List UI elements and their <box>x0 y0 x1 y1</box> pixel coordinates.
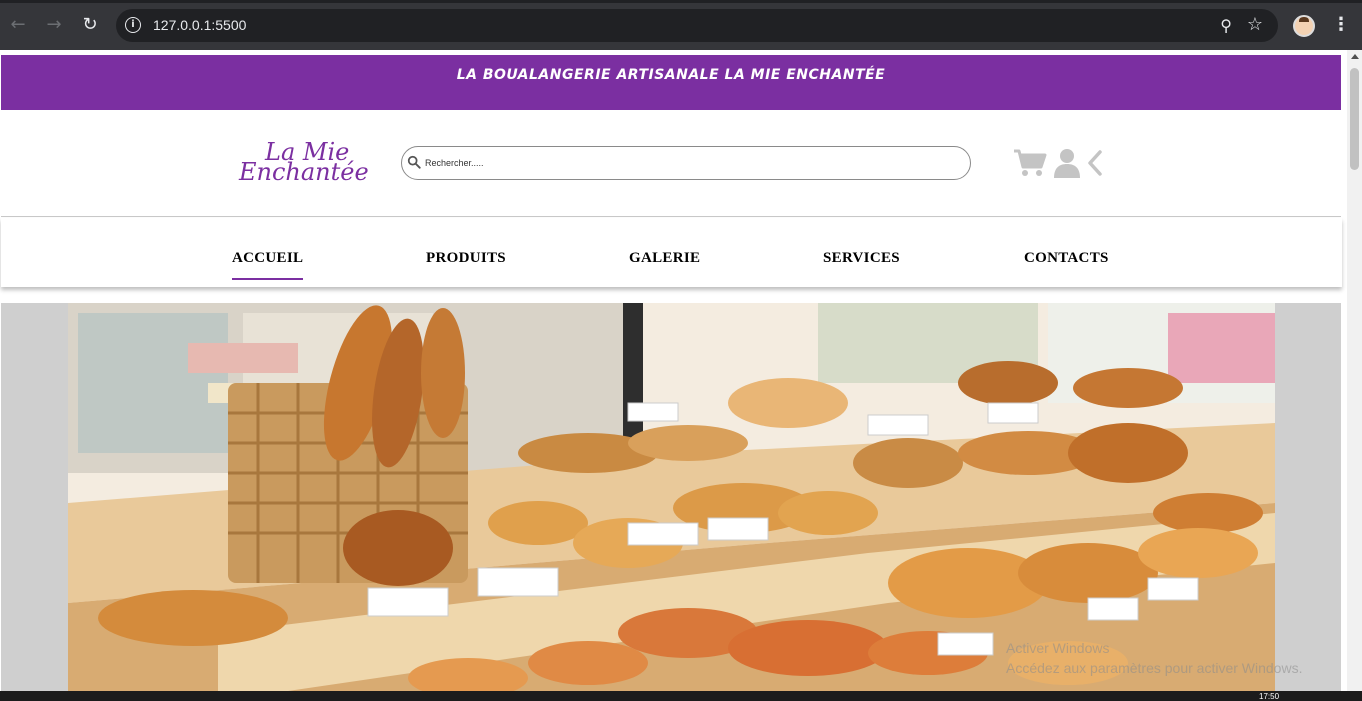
search-icon <box>407 155 421 169</box>
watermark-line2: Accédez aux paramètres pour activer Wind… <box>1006 660 1303 676</box>
banner-text: LA BOUALANGERIE ARTISANALE LA MIE ENCHAN… <box>456 67 886 83</box>
logo-line2: Enchantée <box>239 158 369 186</box>
nav-item-galerie[interactable]: GALERIE <box>629 250 700 267</box>
watermark-line1: Activer Windows <box>1006 640 1110 656</box>
site-info-icon[interactable]: i <box>125 17 141 33</box>
scroll-up-arrow[interactable] <box>1351 54 1359 59</box>
hero-bakery-image <box>68 303 1275 691</box>
nav-item-services[interactable]: SERVICES <box>823 250 900 267</box>
header-divider <box>1 216 1341 217</box>
reload-icon[interactable]: ↻ <box>80 15 100 35</box>
browser-toolbar: ← → ↻ i 127.0.0.1:5500 ⚲ ☆ ⋮ <box>0 0 1362 50</box>
taskbar: 17:50 <box>0 691 1362 701</box>
top-banner: LA BOUALANGERIE ARTISANALE LA MIE ENCHAN… <box>1 55 1341 110</box>
scrollbar-thumb[interactable] <box>1350 68 1359 170</box>
page-viewport: LA BOUALANGERIE ARTISANALE LA MIE ENCHAN… <box>0 50 1347 691</box>
cart-icon[interactable] <box>1013 148 1047 178</box>
tab-strip <box>0 0 1362 3</box>
nav-item-contacts[interactable]: CONTACTS <box>1024 250 1109 267</box>
hero-section <box>1 303 1341 691</box>
page-scrollbar[interactable] <box>1347 50 1362 691</box>
zoom-icon[interactable]: ⚲ <box>1220 16 1232 35</box>
search-input[interactable] <box>425 154 955 172</box>
windows-activation-watermark: Activer Windows Accédez aux paramètres p… <box>1006 638 1302 678</box>
taskbar-clock: 17:50 <box>1259 692 1280 701</box>
forward-icon[interactable]: → <box>44 15 64 35</box>
chevron-left-icon[interactable] <box>1087 150 1103 176</box>
site-logo[interactable]: La Mie Enchantée <box>237 138 392 188</box>
nav-item-accueil[interactable]: ACCUEIL <box>232 250 304 280</box>
browser-menu-icon[interactable]: ⋮ <box>1332 13 1350 37</box>
bookmark-star-icon[interactable]: ☆ <box>1247 14 1263 35</box>
address-bar[interactable]: i 127.0.0.1:5500 ⚲ ☆ <box>116 9 1278 42</box>
profile-avatar[interactable] <box>1293 15 1315 37</box>
back-icon[interactable]: ← <box>8 15 28 35</box>
main-navigation: ACCUEIL PRODUITS GALERIE SERVICES CONTAC… <box>1 218 1342 287</box>
search-bar[interactable] <box>401 146 971 180</box>
nav-item-produits[interactable]: PRODUITS <box>426 250 506 267</box>
user-icon[interactable] <box>1053 148 1081 178</box>
url-text[interactable]: 127.0.0.1:5500 <box>153 17 246 33</box>
